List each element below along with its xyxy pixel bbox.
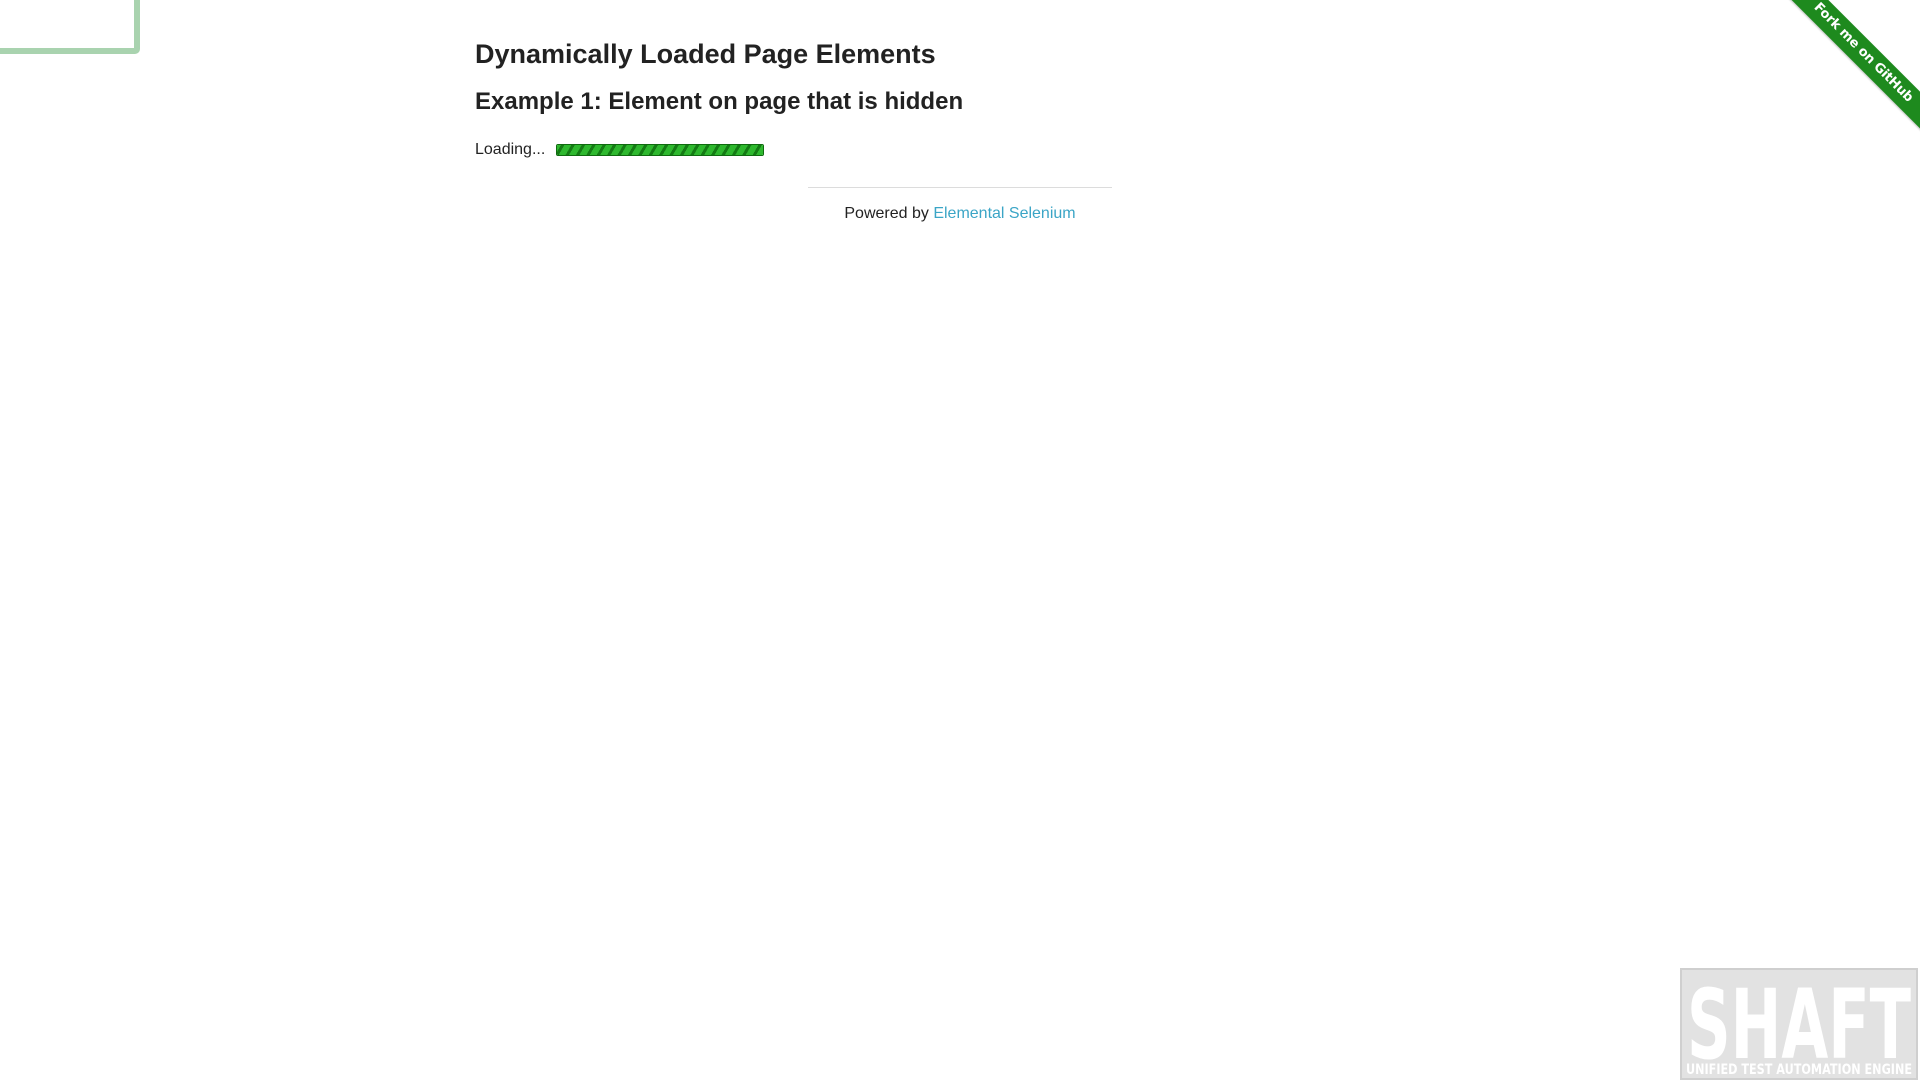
main-content: Dynamically Loaded Page Elements Example…: [475, 36, 963, 160]
fork-me-on-github-link[interactable]: Fork me on GitHub: [1779, 0, 1920, 137]
corner-frame-decoration: [0, 0, 140, 54]
example-subtitle: Example 1: Element on page that is hidde…: [475, 88, 964, 115]
loading-progress-bar: [556, 144, 765, 156]
loading-label: Loading...: [475, 141, 546, 158]
page-footer: Powered by Elemental Selenium: [808, 205, 1112, 223]
page-title: Dynamically Loaded Page Elements: [475, 39, 936, 69]
shaft-logo-watermark: SHAFT UNIFIED TEST AUTOMATION ENGINE: [1680, 968, 1918, 1080]
footer-divider: [808, 187, 1112, 188]
elemental-selenium-link[interactable]: Elemental Selenium: [933, 205, 1075, 222]
loading-indicator: Loading...: [475, 140, 963, 160]
shaft-logo-tagline: UNIFIED TEST AUTOMATION ENGINE: [1686, 1062, 1912, 1078]
footer-prefix: Powered by: [844, 205, 934, 222]
fork-ribbon-container: Fork me on GitHub: [1771, 0, 1920, 149]
loading-progress-fill: [557, 145, 764, 155]
